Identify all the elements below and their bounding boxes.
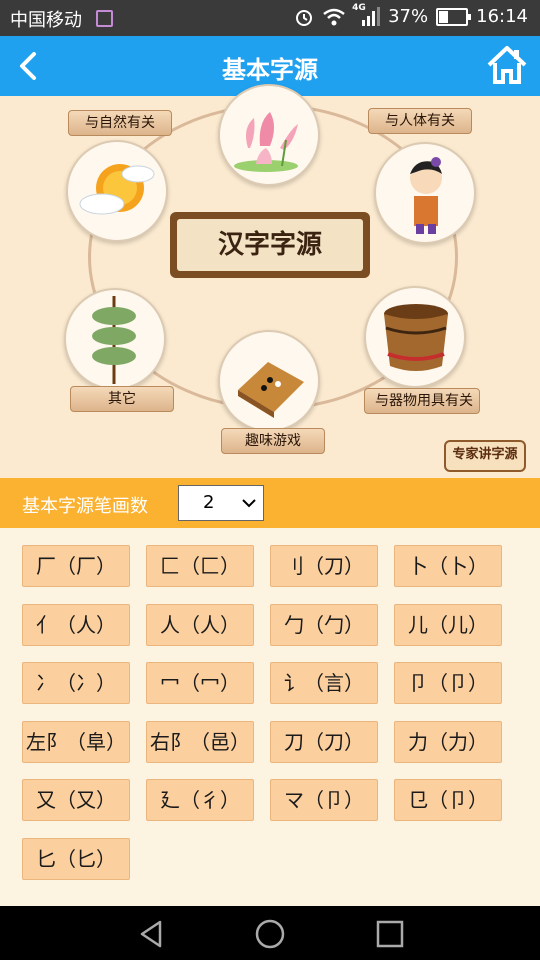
category-game-button[interactable]: 趣味游戏 — [221, 428, 325, 454]
alarm-icon — [296, 9, 313, 26]
nav-recents-icon[interactable] — [372, 916, 408, 952]
radical-button[interactable]: 人（人） — [146, 603, 254, 646]
system-nav-bar — [0, 906, 540, 960]
child-image[interactable] — [374, 142, 476, 244]
radical-button[interactable]: マ（卩） — [270, 779, 378, 821]
radical-button[interactable]: 廴（彳） — [146, 779, 254, 821]
radical-button[interactable]: 讠（言） — [270, 662, 378, 704]
radical-button[interactable]: 冖（冖） — [146, 662, 254, 704]
status-right: 4G 37% 16:14 — [294, 3, 528, 27]
center-title: 汉字字源 — [177, 219, 363, 271]
home-button[interactable] — [486, 43, 528, 87]
home-icon — [487, 46, 527, 84]
radical-button[interactable]: 刀（刀） — [270, 720, 378, 763]
stroke-count-label: 基本字源笔画数 — [22, 496, 148, 517]
nav-back-icon[interactable] — [134, 916, 170, 952]
category-utensil-button[interactable]: 与器物用具有关 — [364, 388, 480, 414]
radical-button[interactable]: 冫（冫） — [22, 662, 130, 704]
center-title-plaque[interactable]: 汉字字源 — [170, 212, 370, 278]
chevron-down-icon — [242, 499, 256, 508]
radical-button[interactable]: 㔾（卩） — [394, 779, 502, 821]
category-body-button[interactable]: 与人体有关 — [368, 108, 472, 134]
go-board-image[interactable] — [218, 330, 320, 432]
radical-button[interactable]: 匕（匕） — [22, 837, 130, 880]
battery-icon — [436, 7, 472, 26]
stroke-count-value: 2 — [203, 492, 215, 513]
radical-button[interactable]: 又（又） — [22, 779, 130, 821]
signal-icon: 4G — [352, 3, 381, 27]
radical-button[interactable]: 亻（人） — [22, 603, 130, 646]
radical-button[interactable]: 儿（儿） — [394, 603, 502, 646]
battery-percent: 37% — [388, 6, 429, 27]
coins-image[interactable] — [64, 288, 166, 390]
radical-button[interactable]: 卩（卩） — [394, 662, 502, 704]
radical-button[interactable]: 右阝（邑） — [146, 720, 254, 763]
lotus-image[interactable] — [218, 84, 320, 186]
radical-button[interactable]: 厂（厂） — [22, 545, 130, 587]
radical-button[interactable]: 卜（卜） — [394, 545, 502, 587]
category-other-button[interactable]: 其它 — [70, 386, 174, 412]
carrier-name: 中国移动 — [10, 10, 82, 31]
category-nature-button[interactable]: 与自然有关 — [68, 110, 172, 136]
bucket-image[interactable] — [364, 286, 466, 388]
wifi-icon — [323, 8, 345, 25]
radical-button[interactable]: 左阝（阜） — [22, 720, 130, 763]
stroke-filter-bar: 基本字源笔画数 2 — [0, 478, 540, 528]
radical-button[interactable]: 匚（匚） — [146, 545, 254, 587]
radical-button[interactable]: 勹（勹） — [270, 603, 378, 646]
radical-button[interactable]: 力（力） — [394, 720, 502, 763]
page-title: 基本字源 — [222, 56, 318, 84]
stroke-count-select[interactable]: 2 — [178, 485, 264, 521]
sim-icon — [96, 10, 113, 27]
expert-lecture-button[interactable]: 专家讲字源 — [444, 440, 526, 472]
nav-home-icon[interactable] — [252, 916, 288, 952]
status-bar: 中国移动 4G 37% 16:14 — [0, 0, 540, 36]
clock: 16:14 — [476, 6, 528, 27]
radical-button[interactable]: 刂（刀） — [270, 545, 378, 587]
sun-cloud-image[interactable] — [66, 140, 168, 242]
